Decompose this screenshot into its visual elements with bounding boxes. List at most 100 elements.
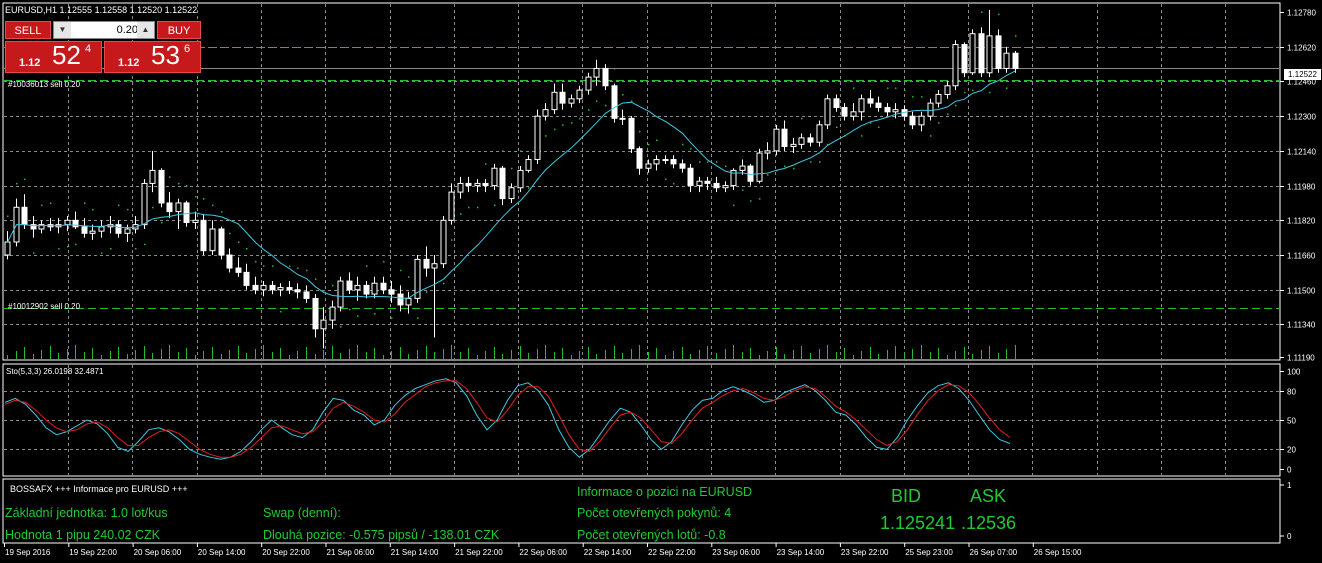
sar-dot — [417, 317, 419, 319]
bear-candle — [713, 182, 720, 189]
bull-candle — [986, 35, 993, 74]
sar-dot — [366, 265, 368, 267]
sar-dot — [357, 315, 359, 317]
sar-dot — [289, 265, 291, 267]
sar-dot — [511, 167, 513, 170]
sar-dot — [665, 178, 667, 181]
sar-dot — [878, 126, 880, 128]
sar-dot — [699, 161, 701, 163]
bear-candle — [499, 167, 506, 200]
sar-dot — [144, 243, 146, 246]
bear-candle — [303, 291, 310, 299]
sar-dot — [972, 89, 974, 92]
price-tick-label: 1.12780 — [1287, 9, 1316, 18]
sar-dot — [178, 182, 180, 185]
bull-candle — [756, 152, 763, 182]
bull-candle — [551, 91, 558, 111]
bear-candle — [833, 98, 840, 108]
buy-price-button[interactable]: 1.12 53 6 — [104, 40, 201, 73]
sar-dot — [904, 89, 906, 92]
sar-dot — [784, 165, 786, 168]
sar-dot — [622, 93, 624, 96]
base-unit-text: Základní jednotka: 1.0 lot/kus — [5, 506, 168, 520]
order-label-2[interactable]: #10012902 sell 0.20 — [8, 302, 80, 311]
bear-candle — [294, 289, 301, 293]
bear-candle — [312, 297, 319, 330]
buy-button[interactable]: BUY — [157, 21, 201, 39]
sar-dot — [895, 87, 897, 89]
info-panel-header: BOSSAFX +++ Informace pro EURUSD +++ — [10, 484, 188, 494]
bear-candle — [218, 228, 225, 256]
time-tick-label: 21 Sep 14:00 — [391, 548, 439, 557]
bull-candle — [850, 111, 857, 117]
bull-candle — [952, 44, 959, 87]
lot-size-input[interactable] — [72, 22, 140, 38]
bear-candle — [995, 35, 1002, 69]
sar-dot — [716, 161, 718, 163]
bear-candle — [875, 102, 882, 108]
bull-candle — [739, 165, 746, 171]
bull-candle — [576, 89, 583, 100]
bear-candle — [243, 271, 250, 286]
price-tick-label: 1.11340 — [1287, 321, 1316, 330]
sar-dot — [374, 313, 376, 315]
sar-dot — [682, 143, 684, 146]
bull-candle — [64, 219, 71, 226]
sar-dot — [494, 204, 496, 207]
sar-dot — [460, 213, 462, 215]
bull-candle — [892, 109, 899, 113]
lot-decrease-arrow-icon[interactable]: ▼ — [54, 22, 71, 38]
stochastic-panel[interactable] — [2, 363, 1281, 477]
bull-candle — [405, 297, 412, 306]
bear-candle — [628, 117, 635, 150]
sar-dot — [135, 248, 137, 250]
order-label-1[interactable]: #10036013 sell 0.20 — [8, 80, 80, 89]
lot-size-control: ▼ ▲ — [53, 21, 155, 39]
bear-candle — [183, 202, 190, 223]
sar-dot — [707, 161, 709, 163]
sar-dot — [221, 211, 223, 213]
bear-candle — [115, 224, 122, 234]
time-tick-label: 22 Sep 06:00 — [519, 548, 567, 557]
sar-dot — [272, 265, 274, 267]
bear-candle — [363, 284, 370, 295]
sar-dot — [400, 269, 402, 272]
time-tick-label: 22 Sep 14:00 — [584, 548, 632, 557]
sar-dot — [810, 161, 812, 163]
bull-candle — [534, 115, 541, 161]
bull-candle — [431, 263, 438, 269]
bull-candle — [585, 76, 592, 91]
volume-bars — [7, 345, 1016, 359]
sar-dot — [938, 122, 940, 124]
sar-dot — [861, 135, 863, 137]
bear-candle — [559, 91, 566, 104]
bear-candle — [867, 98, 874, 104]
bear-candle — [781, 128, 788, 148]
bull-candle — [149, 169, 156, 184]
bear-candle — [286, 287, 293, 291]
bear-candle — [380, 282, 387, 291]
bear-candle — [465, 182, 472, 187]
sell-button[interactable]: SELL — [5, 21, 51, 39]
bull-candle — [320, 319, 327, 330]
stochastic-grid — [4, 365, 1279, 475]
bull-candle — [619, 117, 626, 120]
lot-increase-arrow-icon[interactable]: ▲ — [137, 22, 154, 38]
time-tick-label: 23 Sep 06:00 — [712, 548, 760, 557]
sar-dot — [161, 221, 163, 224]
stoch-tick-label: 20 — [1287, 446, 1296, 455]
sar-dot — [887, 87, 889, 89]
sar-dot — [614, 67, 616, 70]
bull-candle — [474, 182, 481, 187]
bear-candle — [704, 180, 711, 184]
ask-label: ASK — [970, 486, 1007, 506]
buy-price-base: 1.12 — [118, 57, 140, 69]
bull-candle — [508, 187, 515, 200]
bull-candle — [798, 137, 805, 145]
order-lines[interactable] — [4, 47, 1279, 309]
bull-candle — [764, 150, 771, 154]
bear-candle — [21, 206, 28, 226]
sar-dot — [169, 176, 171, 178]
sell-price-button[interactable]: 1.12 52 4 — [5, 40, 102, 73]
swap-label: Swap (denní): — [263, 506, 341, 520]
